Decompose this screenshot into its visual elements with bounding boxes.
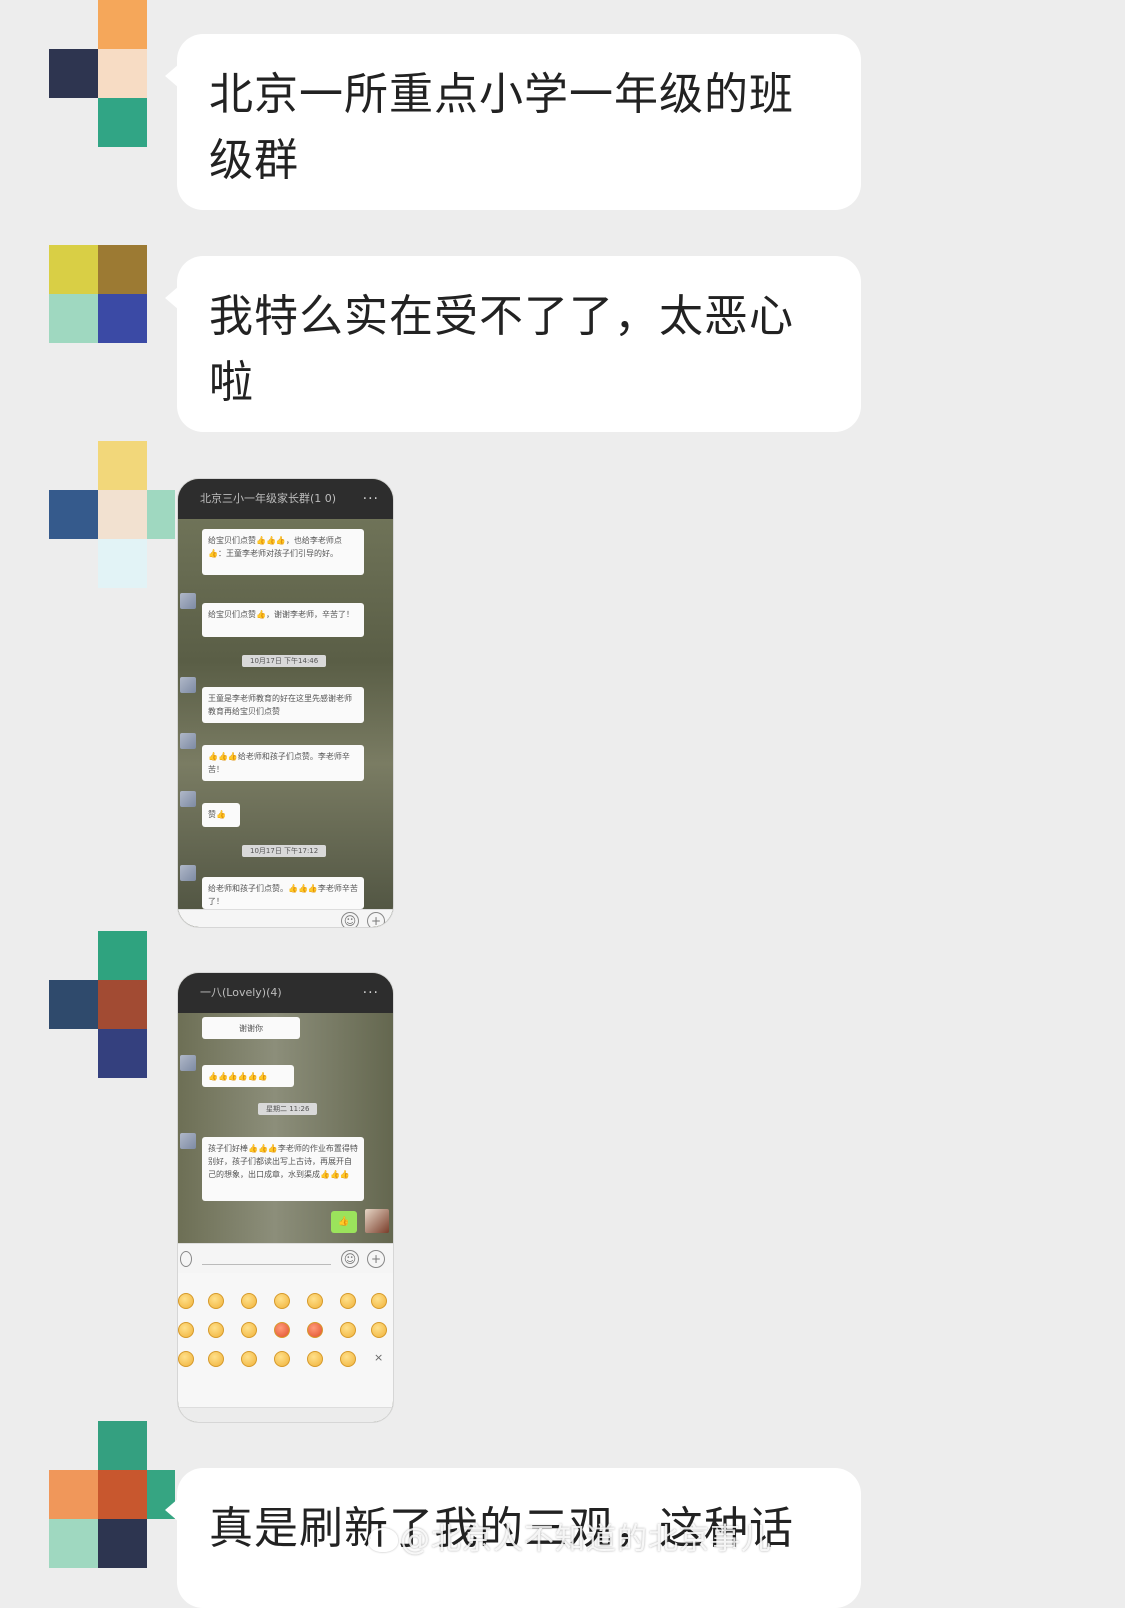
emoji-icon — [307, 1322, 323, 1338]
screenshot-reply-bubble: 👍 — [331, 1211, 357, 1233]
emoji-icon — [178, 1293, 194, 1309]
mini-avatar — [180, 593, 196, 609]
screenshot-timestamp: 10月17日 下午14:46 — [242, 655, 327, 667]
emoji-icon — [274, 1293, 290, 1309]
avatar[interactable] — [49, 931, 147, 1078]
mini-avatar — [180, 865, 196, 881]
screenshot-title-bar: 一八(Lovely)(4) ··· — [178, 973, 393, 1013]
screenshot-timestamp: 星期二 11:26 — [258, 1103, 318, 1115]
screenshot-text-field — [202, 1264, 331, 1265]
screenshot-bubble: 孩子们好棒👍👍👍李老师的作业布置得特别好，孩子们都读出写上古诗，再展开自己的想象… — [202, 1137, 364, 1201]
emoji-icon — [340, 1322, 356, 1338]
screenshot-bubble: 👍👍👍👍👍👍 — [202, 1065, 294, 1087]
emoji-icon — [307, 1351, 323, 1367]
watermark: @北京人不知道的北京事儿 — [400, 1522, 772, 1557]
mini-avatar — [180, 1055, 196, 1071]
emoji-icon — [208, 1293, 224, 1309]
more-icon: ··· — [362, 491, 379, 507]
screenshot-title: 一八(Lovely)(4) — [200, 986, 282, 999]
emoji-icon — [241, 1322, 257, 1338]
avatar[interactable] — [49, 0, 147, 147]
emoji-icon: ☺ — [341, 1250, 359, 1268]
screenshot-bubble: 给宝贝们点赞👍，谢谢李老师，辛苦了！ — [202, 603, 364, 637]
emoji-icon — [178, 1351, 194, 1367]
screenshot-bubble: 给老师和孩子们点赞。👍👍👍李老师辛苦了！ — [202, 877, 364, 909]
plus-icon: + — [367, 1250, 385, 1268]
screenshot-timestamp: 10月17日 下午17:12 — [242, 845, 327, 857]
emoji-icon — [178, 1322, 194, 1338]
emoji-icon — [307, 1293, 323, 1309]
screenshot-input-bar: ☺ + — [178, 1243, 393, 1274]
mini-avatar — [180, 1133, 196, 1149]
emoji-icon — [371, 1293, 387, 1309]
avatar[interactable] — [49, 1421, 175, 1568]
screenshot-chat-area: 谢谢你 👍👍👍👍👍👍 星期二 11:26 孩子们好棒👍👍👍李老师的作业布置得特别… — [178, 1013, 393, 1243]
emoji-panel: × — [178, 1273, 393, 1422]
screenshot-chat-area: 给宝贝们点赞👍👍👍，也给李老师点👍：王童李老师对孩子们引导的好。 给宝贝们点赞👍… — [178, 519, 393, 927]
weibo-icon — [368, 1528, 398, 1552]
emoji-icon — [274, 1351, 290, 1367]
mini-avatar — [365, 1209, 389, 1233]
message-text: 北京一所重点小学一年级的班级群 — [209, 69, 794, 186]
mini-avatar — [180, 791, 196, 807]
emoji-icon — [241, 1351, 257, 1367]
emoji-icon — [371, 1322, 387, 1338]
screenshot-title: 北京三小一年级家长群(1 0) — [200, 492, 337, 505]
screenshot-bubble: 谢谢你 — [202, 1017, 300, 1039]
plus-icon: + — [367, 912, 385, 927]
screenshot-title-bar: 北京三小一年级家长群(1 0) ··· — [178, 479, 393, 519]
emoji-icon — [340, 1351, 356, 1367]
screenshot-bubble: 赞👍 — [202, 803, 240, 827]
more-icon: ··· — [362, 985, 379, 1001]
mini-avatar — [180, 733, 196, 749]
screenshot-bubble: 👍👍👍给老师和孩子们点赞。李老师辛苦！ — [202, 745, 364, 781]
avatar[interactable] — [49, 245, 147, 392]
message-bubble[interactable]: 我特么实在受不了了，太恶心啦 — [165, 256, 861, 432]
emoji-icon — [208, 1322, 224, 1338]
screenshot-input-bar: ☺ + — [178, 909, 393, 927]
emoji-icon: ☺ — [341, 912, 359, 927]
delete-icon: × — [374, 1351, 384, 1364]
mini-avatar — [180, 677, 196, 693]
emoji-icon — [274, 1322, 290, 1338]
message-text: 我特么实在受不了了，太恶心啦 — [209, 291, 794, 408]
message-bubble[interactable]: 北京一所重点小学一年级的班级群 — [165, 34, 861, 210]
emoji-icon — [241, 1293, 257, 1309]
emoji-tab-bar — [178, 1407, 393, 1422]
voice-icon — [180, 1251, 192, 1267]
chat-screenshot-image[interactable]: 一八(Lovely)(4) ··· 谢谢你 👍👍👍👍👍👍 星期二 11:26 孩… — [177, 972, 394, 1423]
emoji-icon — [340, 1293, 356, 1309]
screenshot-bubble: 给宝贝们点赞👍👍👍，也给李老师点👍：王童李老师对孩子们引导的好。 — [202, 529, 364, 575]
screenshot-bubble: 王童是李老师教育的好在这里先感谢老师教育再给宝贝们点赞 — [202, 687, 364, 723]
avatar[interactable] — [49, 441, 175, 588]
chat-screenshot-image[interactable]: 北京三小一年级家长群(1 0) ··· 给宝贝们点赞👍👍👍，也给李老师点👍：王童… — [177, 478, 394, 928]
emoji-icon — [208, 1351, 224, 1367]
